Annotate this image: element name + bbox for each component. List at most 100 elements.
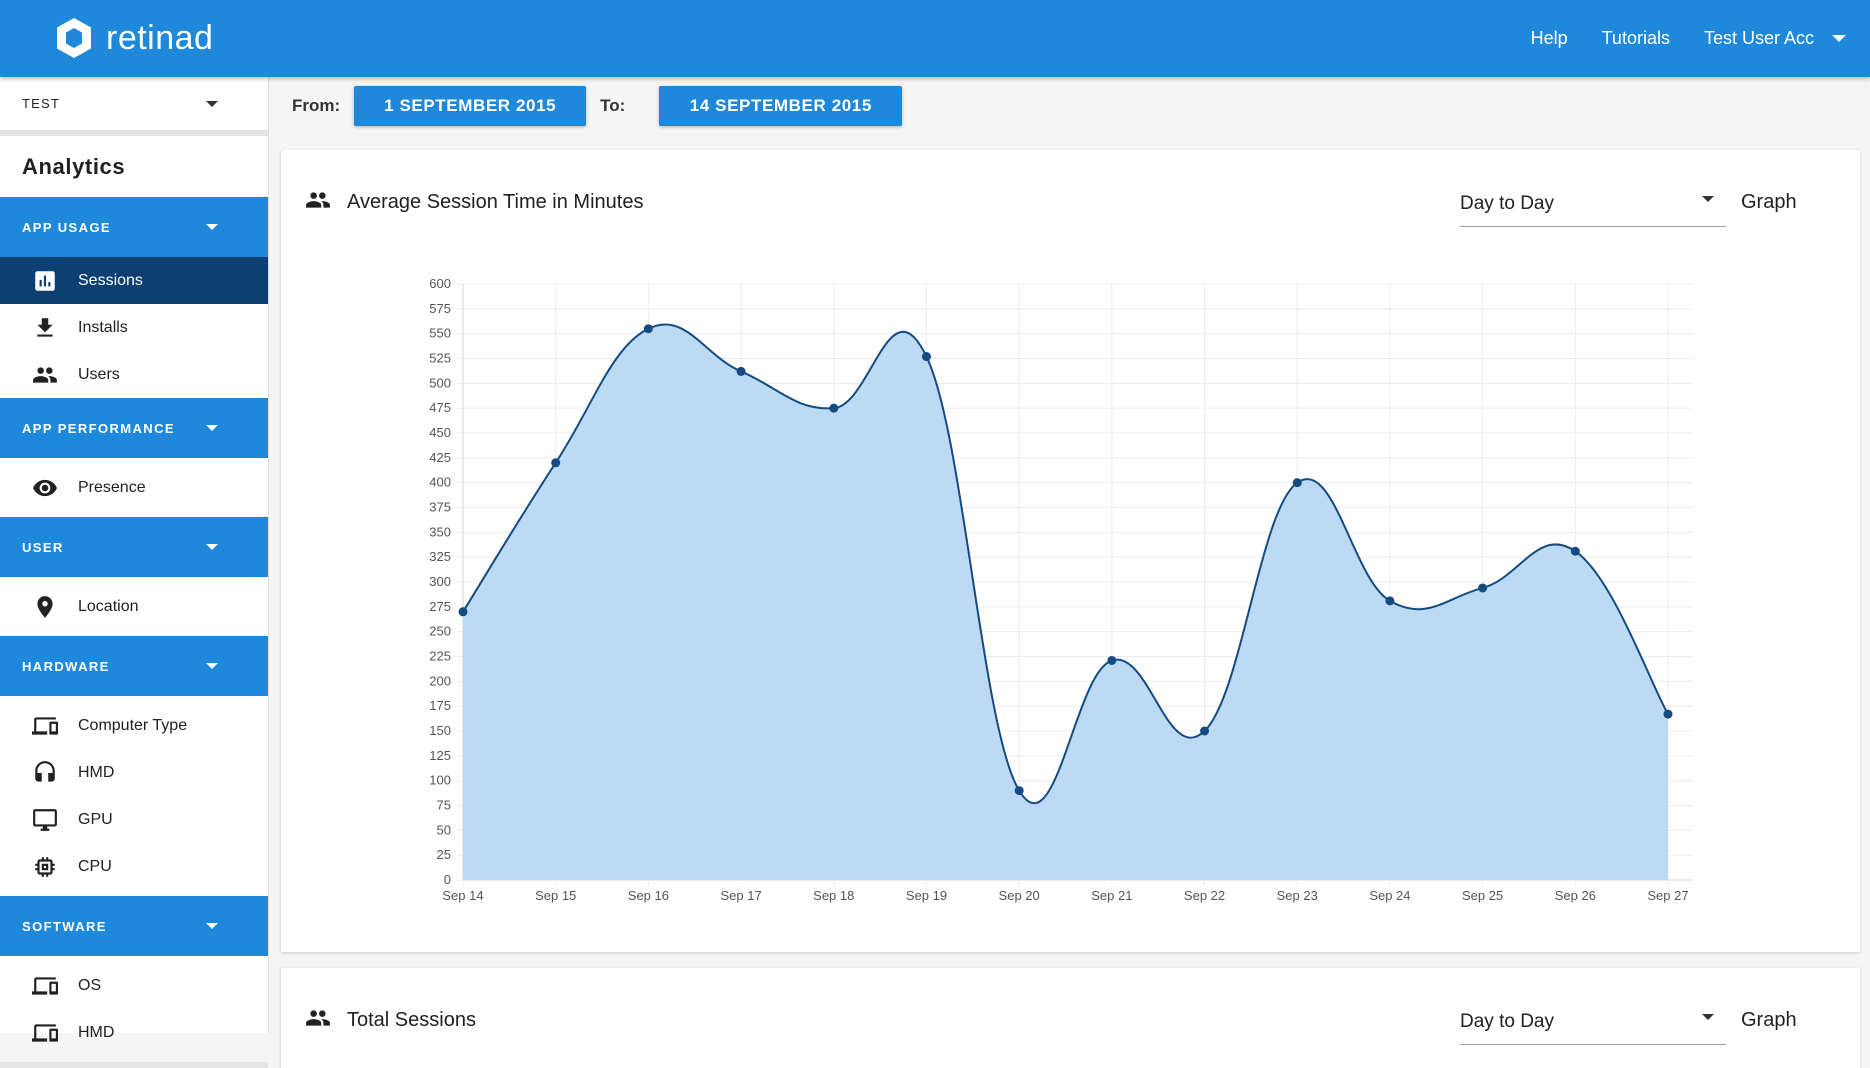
top-app-bar: retinad Help Tutorials Test User Acc <box>0 0 1870 77</box>
to-date-button[interactable]: 14 SEPTEMBER 2015 <box>659 85 903 126</box>
headset-icon <box>32 760 58 786</box>
section-user[interactable]: USER <box>0 517 268 577</box>
data-point-sep-17 <box>736 366 746 376</box>
y-tick-label: 175 <box>429 698 451 713</box>
data-point-sep-19 <box>921 352 931 362</box>
y-tick-label: 125 <box>429 748 451 763</box>
project-select-value: TEST <box>22 96 61 111</box>
x-tick-label: Sep 20 <box>999 888 1040 903</box>
x-tick-label: Sep 19 <box>906 888 947 903</box>
period-select[interactable]: Day to Day <box>1460 182 1726 227</box>
view-mode-toggle[interactable]: Graph <box>1741 1000 1797 1040</box>
chevron-down-icon[interactable] <box>1832 35 1846 42</box>
y-tick-label: 275 <box>429 599 451 614</box>
sidebar-item-label: Computer Type <box>78 716 188 734</box>
y-axis-ticks: 0 25 50 75 100 125 150 175 200 225 250 275 300 325 350… <box>429 276 451 887</box>
y-tick-label: 25 <box>437 847 451 862</box>
people-icon <box>32 362 58 388</box>
sidebar-item-label: Location <box>78 597 139 615</box>
sidebar-item-sessions[interactable]: Sessions <box>0 257 268 304</box>
data-point-sep-27 <box>1663 709 1673 719</box>
chevron-down-icon <box>206 100 218 107</box>
chevron-down-icon <box>206 224 218 230</box>
y-tick-label: 575 <box>429 301 451 316</box>
sidebar-item-computer-type[interactable]: Computer Type <box>0 702 268 749</box>
devices-icon <box>32 973 58 999</box>
devices-icon <box>32 713 58 739</box>
top-nav: Help Tutorials Test User Acc <box>1497 0 1870 77</box>
card-title: Total Sessions <box>347 1008 476 1031</box>
bar-chart-icon <box>32 268 58 294</box>
people-icon <box>305 1005 331 1036</box>
sidebar-item-hmd[interactable]: HMD <box>0 749 268 796</box>
sidebar-item-location[interactable]: Location <box>0 583 268 630</box>
chevron-down-icon <box>1702 1014 1714 1020</box>
sidebar-item-label: OS <box>78 976 102 994</box>
section-label: APP USAGE <box>22 219 111 235</box>
data-point-sep-25 <box>1478 583 1488 593</box>
y-tick-label: 0 <box>444 872 451 887</box>
section-app-performance[interactable]: APP PERFORMANCE <box>0 398 268 458</box>
sidebar-item-label: GPU <box>78 810 113 828</box>
chevron-down-icon <box>206 663 218 669</box>
people-icon <box>305 187 331 218</box>
sidebar-item-label: Presence <box>78 478 146 496</box>
chevron-down-icon <box>206 923 218 929</box>
chevron-down-icon <box>206 544 218 550</box>
section-app-usage[interactable]: APP USAGE <box>0 197 268 257</box>
location-pin-icon <box>32 594 58 620</box>
y-tick-label: 375 <box>429 500 451 515</box>
sidebar-item-os[interactable]: OS <box>0 962 268 1009</box>
download-icon <box>32 315 58 341</box>
data-point-sep-26 <box>1570 546 1580 556</box>
y-tick-label: 475 <box>429 400 451 415</box>
help-link[interactable]: Help <box>1531 28 1568 49</box>
total-sessions-card: Total Sessions Day to Day Graph <box>281 968 1860 1068</box>
session-time-chart: 0 25 50 75 100 125 150 175 200 225 250 275 300 325 350… <box>429 276 1692 903</box>
monitor-icon <box>32 807 58 833</box>
x-tick-label: Sep 15 <box>535 888 576 903</box>
chevron-down-icon <box>1702 196 1714 202</box>
section-software[interactable]: SOFTWARE <box>0 896 268 956</box>
data-point-sep-23 <box>1292 478 1302 488</box>
view-mode-toggle[interactable]: Graph <box>1741 182 1797 222</box>
x-tick-label: Sep 22 <box>1184 888 1225 903</box>
data-point-sep-24 <box>1385 596 1395 606</box>
average-session-time-card: Average Session Time in Minutes Day to D… <box>281 150 1860 952</box>
y-tick-label: 500 <box>429 375 451 390</box>
y-tick-label: 400 <box>429 475 451 490</box>
x-tick-label: Sep 17 <box>720 888 761 903</box>
project-select[interactable]: TEST <box>0 77 268 136</box>
data-point-sep-18 <box>829 403 839 413</box>
y-tick-label: 250 <box>429 624 451 639</box>
data-point-sep-21 <box>1107 655 1117 665</box>
y-tick-label: 50 <box>437 822 451 837</box>
eye-icon <box>32 475 58 501</box>
data-point-sep-22 <box>1200 726 1210 736</box>
period-select[interactable]: Day to Day <box>1460 1000 1726 1045</box>
account-menu[interactable]: Test User Acc <box>1704 28 1814 49</box>
x-tick-label: Sep 23 <box>1277 888 1318 903</box>
sidebar-item-presence[interactable]: Presence <box>0 464 268 511</box>
brand-name: retinad <box>106 18 214 57</box>
from-date-button[interactable]: 1 SEPTEMBER 2015 <box>354 85 587 126</box>
sidebar-item-cpu[interactable]: CPU <box>0 843 268 890</box>
x-tick-label: Sep 14 <box>442 888 483 903</box>
tutorials-link[interactable]: Tutorials <box>1602 28 1670 49</box>
sidebar-item-installs[interactable]: Installs <box>0 304 268 351</box>
y-tick-label: 225 <box>429 649 451 664</box>
section-hardware[interactable]: HARDWARE <box>0 636 268 696</box>
sidebar-item-gpu[interactable]: GPU <box>0 796 268 843</box>
brand-logo[interactable]: retinad <box>54 16 213 60</box>
card-title: Average Session Time in Minutes <box>347 190 644 213</box>
x-axis-ticks: Sep 14 Sep 15 Sep 16 Sep 17 Sep 18 Sep 19 Sep … <box>442 888 1688 903</box>
divider <box>0 1062 268 1068</box>
sidebar-item-users[interactable]: Users <box>0 351 268 398</box>
x-tick-label: Sep 18 <box>813 888 854 903</box>
data-point-sep-16 <box>643 324 653 334</box>
y-tick-label: 425 <box>429 450 451 465</box>
y-tick-label: 450 <box>429 425 451 440</box>
x-tick-label: Sep 24 <box>1369 888 1410 903</box>
sidebar-item-label: Installs <box>78 318 128 336</box>
card-header: Total Sessions Day to Day Graph <box>305 1000 1860 1045</box>
